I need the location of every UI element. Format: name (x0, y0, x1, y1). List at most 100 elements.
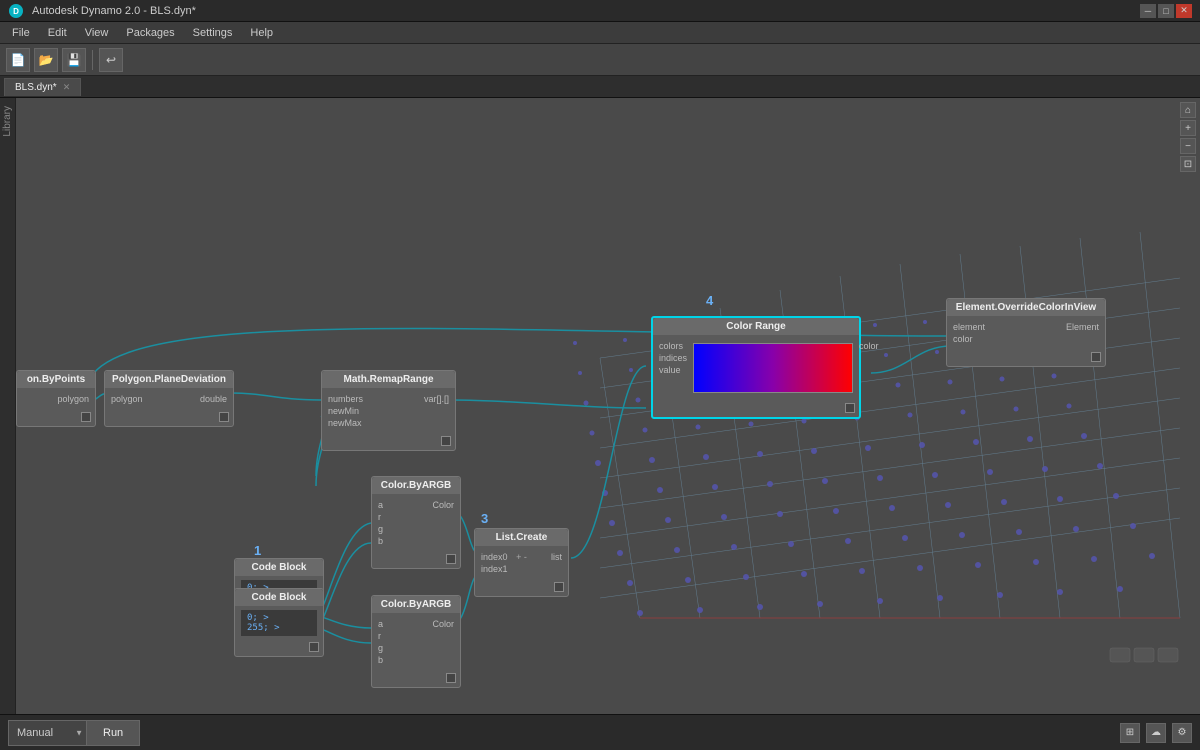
maximize-button[interactable]: □ (1158, 4, 1174, 18)
port-newmax-label: newMax (328, 418, 449, 428)
right-controls: ⌂ + − ⊡ (1180, 102, 1196, 172)
port-a1-label: a (378, 500, 416, 510)
node-code-block-2[interactable]: Code Block 0; >255; > (234, 588, 324, 657)
node-checkbox-list[interactable] (554, 582, 564, 592)
node-color-byargb-1[interactable]: Color.ByARGB a Color r g b (371, 476, 461, 569)
statusbar-right: ⊞ ☁ ⚙ (1120, 723, 1192, 743)
svg-text:D: D (13, 7, 19, 16)
port-b1-label: b (378, 536, 454, 546)
node-math-header: Math.RemapRange (322, 371, 455, 388)
port-colors-label: colors (659, 341, 687, 351)
close-button[interactable]: ✕ (1176, 4, 1192, 18)
node-list-header: List.Create (475, 529, 568, 546)
menu-settings[interactable]: Settings (185, 25, 241, 41)
annotation-1: 1 (254, 543, 261, 558)
node-cb2-footer (235, 640, 323, 656)
undo-button[interactable]: ↩ (99, 48, 123, 72)
main-area: Library (0, 98, 1200, 714)
node-checkbox-cr[interactable] (845, 403, 855, 413)
port-varout-label: var[].[] (389, 394, 450, 404)
node-cr-header: Color Range (653, 318, 859, 335)
app-title: Autodesk Dynamo 2.0 - BLS.dyn* (32, 5, 196, 17)
menu-packages[interactable]: Packages (118, 25, 182, 41)
node-checkbox-override[interactable] (1091, 352, 1101, 362)
toolbar: 📄 📂 💾 ↩ (0, 44, 1200, 76)
node-cb2-body: 0; >255; > (235, 606, 323, 640)
node-polygon-plane-deviation[interactable]: Polygon.PlaneDeviation polygon double (104, 370, 234, 427)
save-button[interactable]: 💾 (62, 48, 86, 72)
port-ppd-double-label: double (169, 394, 227, 404)
node-bypoints-body: polygon (17, 388, 95, 410)
node-checkbox-cb2[interactable] (309, 642, 319, 652)
node-list-footer (475, 580, 568, 596)
node-override-header: Element.OverrideColorInView (947, 299, 1105, 316)
grid-visualization (520, 218, 1200, 678)
nav-zoom-in-button[interactable]: + (1180, 120, 1196, 136)
menu-help[interactable]: Help (242, 25, 281, 41)
node-cb2-code[interactable]: 0; >255; > (241, 610, 317, 636)
port-color-in: color (953, 334, 1099, 344)
port-newmax: newMax (328, 418, 449, 428)
titlebar-controls: ─ □ ✕ (1140, 4, 1192, 18)
nav-zoom-out-button[interactable]: − (1180, 138, 1196, 154)
node-polygon-bypoints[interactable]: on.ByPoints polygon (16, 370, 96, 427)
port-value: value (659, 365, 687, 375)
color-gradient-display (693, 343, 853, 393)
port-polygon: polygon (23, 394, 89, 404)
node-checkbox[interactable] (81, 412, 91, 422)
port-index0-label: index0 (481, 552, 516, 562)
port-newmin-label: newMin (328, 406, 449, 416)
port-list-label: list (527, 552, 562, 562)
library-label[interactable]: Library (2, 106, 13, 137)
port-polygon-label: polygon (23, 394, 89, 404)
node-checkbox-argb1[interactable] (446, 554, 456, 564)
node-checkbox-ppd[interactable] (219, 412, 229, 422)
menu-file[interactable]: File (4, 25, 38, 41)
minimize-button[interactable]: ─ (1140, 4, 1156, 18)
port-element-out-label: Element (1026, 322, 1099, 332)
port-color2-label: Color (416, 619, 454, 629)
port-argb2-a: a Color (378, 619, 454, 629)
mode-dropdown[interactable]: Manual Automatic ▼ (8, 720, 87, 746)
tab-close-icon[interactable]: ✕ (63, 82, 71, 93)
menu-view[interactable]: View (77, 25, 117, 41)
node-color-range[interactable]: Color Range colors indices value (651, 316, 861, 419)
node-checkbox-math[interactable] (441, 436, 451, 446)
nav-home-button[interactable]: ⌂ (1180, 102, 1196, 118)
canvas[interactable]: on.ByPoints polygon Polygon.PlaneDeviati… (16, 98, 1200, 714)
statusbar: Manual Automatic ▼ Run ⊞ ☁ ⚙ (0, 714, 1200, 750)
status-icon-2[interactable]: ☁ (1146, 723, 1166, 743)
status-icon-3[interactable]: ⚙ (1172, 723, 1192, 743)
port-plus-label: + - (516, 552, 527, 562)
annotation-3: 3 (481, 511, 488, 526)
node-element-override[interactable]: Element.OverrideColorInView element Elem… (946, 298, 1106, 367)
open-button[interactable]: 📂 (34, 48, 58, 72)
node-argb1-body: a Color r g b (372, 494, 460, 552)
node-ppd-body: polygon double (105, 388, 233, 410)
menu-edit[interactable]: Edit (40, 25, 75, 41)
run-button[interactable]: Run (87, 720, 140, 746)
node-checkbox-argb2[interactable] (446, 673, 456, 683)
node-cr-ports-out: color (859, 339, 879, 353)
titlebar-left: D Autodesk Dynamo 2.0 - BLS.dyn* (8, 3, 196, 19)
node-color-byargb-2[interactable]: Color.ByARGB a Color r g b (371, 595, 461, 688)
port-element-label: element (953, 322, 1026, 332)
port-newmin: newMin (328, 406, 449, 416)
status-icon-1[interactable]: ⊞ (1120, 723, 1140, 743)
mode-select[interactable]: Manual Automatic (8, 720, 87, 746)
new-button[interactable]: 📄 (6, 48, 30, 72)
port-ppd-polygon: polygon double (111, 394, 227, 404)
node-argb2-footer (372, 671, 460, 687)
port-indices: indices (659, 353, 687, 363)
port-color-in-label: color (953, 334, 1099, 344)
tab-bls[interactable]: BLS.dyn* ✕ (4, 78, 81, 96)
port-argb2-b: b (378, 655, 454, 665)
node-list-create[interactable]: List.Create index0 + - list index1 (474, 528, 569, 597)
port-ppd-polygon-label: polygon (111, 394, 169, 404)
nav-fit-button[interactable]: ⊡ (1180, 156, 1196, 172)
port-a2-label: a (378, 619, 416, 629)
port-color1-label: Color (416, 500, 454, 510)
port-color-out: color (859, 341, 879, 351)
node-math-remap[interactable]: Math.RemapRange numbers var[].[] newMin … (321, 370, 456, 451)
port-element-in: element Element (953, 322, 1099, 332)
